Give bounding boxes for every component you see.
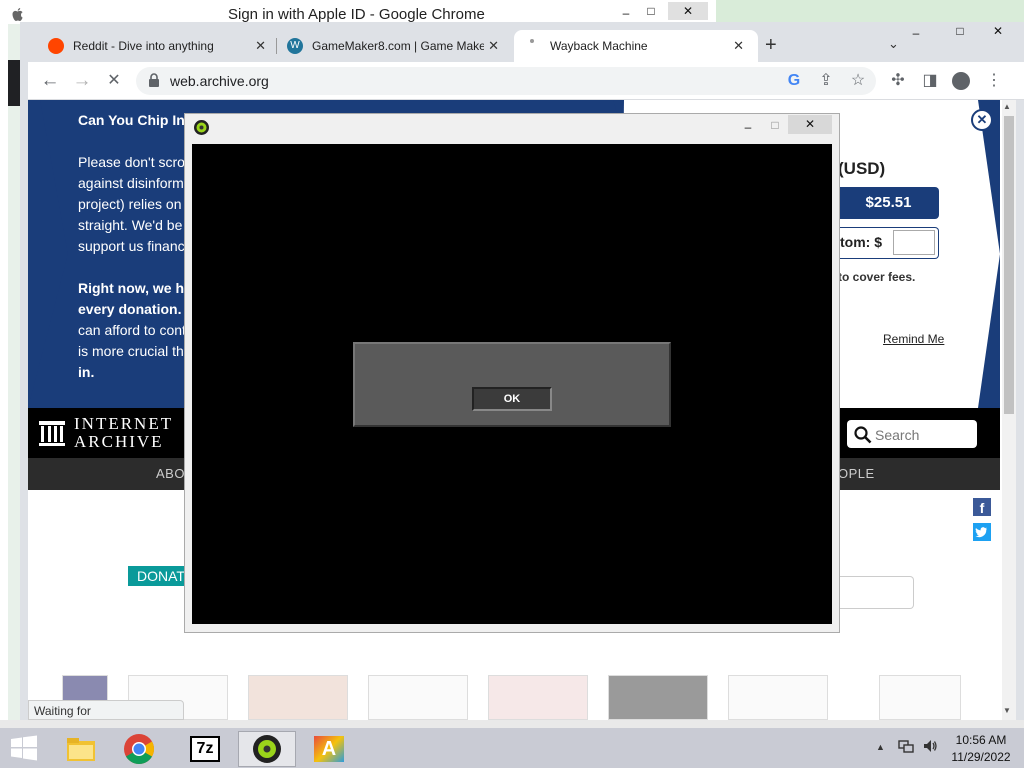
tab-label: Reddit - Dive into anything [73, 39, 214, 53]
currency-label: (USD) [838, 159, 886, 178]
clock-time[interactable]: 10:56 AM [948, 733, 1014, 747]
tab-divider [276, 38, 277, 54]
wayback-thumbnail[interactable] [608, 675, 708, 720]
chrome-minimize-button[interactable]: – [904, 24, 928, 42]
windows-start-icon[interactable] [10, 735, 38, 761]
wordpress-icon: W [287, 38, 303, 54]
bookmark-star-icon[interactable]: ☆ [847, 70, 869, 92]
nav-item-people[interactable]: OPLE [838, 466, 875, 481]
show-hidden-icons-chevron[interactable]: ▲ [876, 742, 885, 752]
wayback-thumbnail[interactable] [248, 675, 348, 720]
scroll-up-icon[interactable]: ▲ [1003, 102, 1011, 111]
tab-reddit[interactable]: Reddit - Dive into anything ✕ [48, 30, 274, 62]
search-icon[interactable] [854, 426, 872, 444]
archive-building-icon[interactable] [38, 419, 66, 447]
amount-button[interactable]: $25.51 [838, 187, 939, 219]
tab-gamemaker[interactable]: W GameMaker8.com | Game Maker ✕ [287, 30, 513, 62]
tab-label: Wayback Machine [550, 39, 648, 53]
url-text[interactable]: web.archive.org [170, 73, 269, 89]
fees-text: to cover fees. [838, 270, 916, 284]
close-tab-icon[interactable]: ✕ [255, 38, 266, 54]
taskbar-gamemaker-active[interactable] [238, 731, 296, 767]
tab-search-chevron-icon[interactable]: ⌄ [888, 36, 899, 52]
taskbar-border [0, 720, 1024, 728]
side-panel-icon[interactable]: ◨ [919, 70, 941, 92]
donate-button[interactable]: DONAT [128, 566, 188, 586]
logo-line-1[interactable]: INTERNET [74, 414, 173, 434]
behind-maximize-button[interactable]: □ [641, 2, 661, 20]
taskbar-chrome[interactable] [110, 731, 168, 767]
stop-loading-icon[interactable]: ✕ [103, 70, 125, 92]
tab-wayback[interactable]: Wayback Machine ✕ [530, 30, 756, 62]
close-tab-icon[interactable]: ✕ [733, 38, 744, 54]
scroll-down-icon[interactable]: ▼ [1003, 706, 1011, 715]
wayback-thumbnail[interactable] [879, 675, 961, 720]
banner-heading: Can You Chip In [78, 112, 185, 128]
share-icon[interactable]: ⇪ [815, 70, 837, 92]
wayback-thumbnail[interactable] [728, 675, 828, 720]
new-tab-button[interactable]: + [765, 34, 777, 57]
logo-line-2[interactable]: ARCHIVE [74, 432, 164, 452]
7zip-icon: 7z [190, 736, 220, 762]
nav-item-about[interactable]: ABO [156, 466, 185, 481]
taskbar-text-app[interactable]: A [300, 731, 358, 767]
loading-icon [530, 39, 534, 43]
profile-avatar-icon[interactable] [952, 72, 970, 90]
desktop-edge [0, 24, 8, 720]
banner-paragraph-1: Please don't scro against disinform proj… [78, 154, 185, 254]
gamemaker-icon [193, 119, 210, 136]
search-placeholder: Search [875, 427, 920, 443]
close-tab-icon[interactable]: ✕ [488, 38, 499, 54]
custom-amount-label: tom: $ [840, 234, 882, 250]
game-minimize-button[interactable]: – [738, 118, 758, 136]
taskbar-7zip[interactable]: 7z [176, 731, 234, 767]
folder-icon [67, 738, 95, 761]
volume-icon[interactable] [922, 738, 938, 754]
tab-label: GameMaker8.com | Game Maker [312, 39, 484, 53]
wayback-thumbnail[interactable] [488, 675, 588, 720]
extensions-puzzle-icon[interactable]: ✣ [887, 70, 909, 92]
chrome-maximize-button[interactable]: □ [948, 22, 972, 40]
wayback-thumbnail[interactable] [368, 675, 468, 720]
close-banner-icon[interactable]: ✕ [971, 109, 993, 131]
url-input-field[interactable] [836, 576, 914, 609]
gamemaker-icon [253, 735, 281, 763]
behind-window-title: Sign in with Apple ID - Google Chrome [228, 6, 485, 23]
menu-kebab-icon[interactable]: ⋮ [983, 70, 1005, 92]
game-message-dialog [353, 342, 671, 427]
chrome-close-button[interactable]: ✕ [986, 22, 1010, 40]
lock-icon[interactable] [148, 73, 160, 87]
google-icon[interactable]: G [783, 70, 805, 92]
desktop-edge-bar [8, 60, 20, 106]
scrollbar-thumb[interactable] [1004, 116, 1014, 414]
behind-minimize-button[interactable]: – [616, 4, 636, 22]
reddit-icon [48, 38, 64, 54]
apple-icon [12, 8, 24, 22]
ok-button[interactable]: OK [472, 387, 552, 411]
desktop-background [716, 0, 1024, 22]
forward-arrow-icon[interactable]: → [71, 70, 93, 92]
network-icon[interactable] [898, 738, 914, 754]
status-bubble: Waiting for www.google.c... [28, 700, 184, 732]
facebook-icon[interactable]: f [973, 498, 991, 516]
game-maximize-button[interactable]: □ [765, 116, 785, 134]
back-arrow-icon[interactable]: ← [39, 70, 61, 92]
font-app-icon: A [314, 736, 344, 762]
twitter-icon[interactable] [973, 523, 991, 541]
banner-paragraph-2: Right now, we h every donation. can affo… [78, 280, 186, 380]
taskbar-file-explorer[interactable] [52, 731, 110, 767]
clock-date[interactable]: 11/29/2022 [948, 750, 1014, 764]
chrome-icon [124, 734, 155, 765]
custom-amount-input[interactable] [893, 230, 935, 255]
game-close-button[interactable]: ✕ [788, 115, 832, 134]
remind-me-link[interactable]: Remind Me [883, 332, 944, 346]
behind-close-button[interactable]: ✕ [668, 2, 708, 20]
